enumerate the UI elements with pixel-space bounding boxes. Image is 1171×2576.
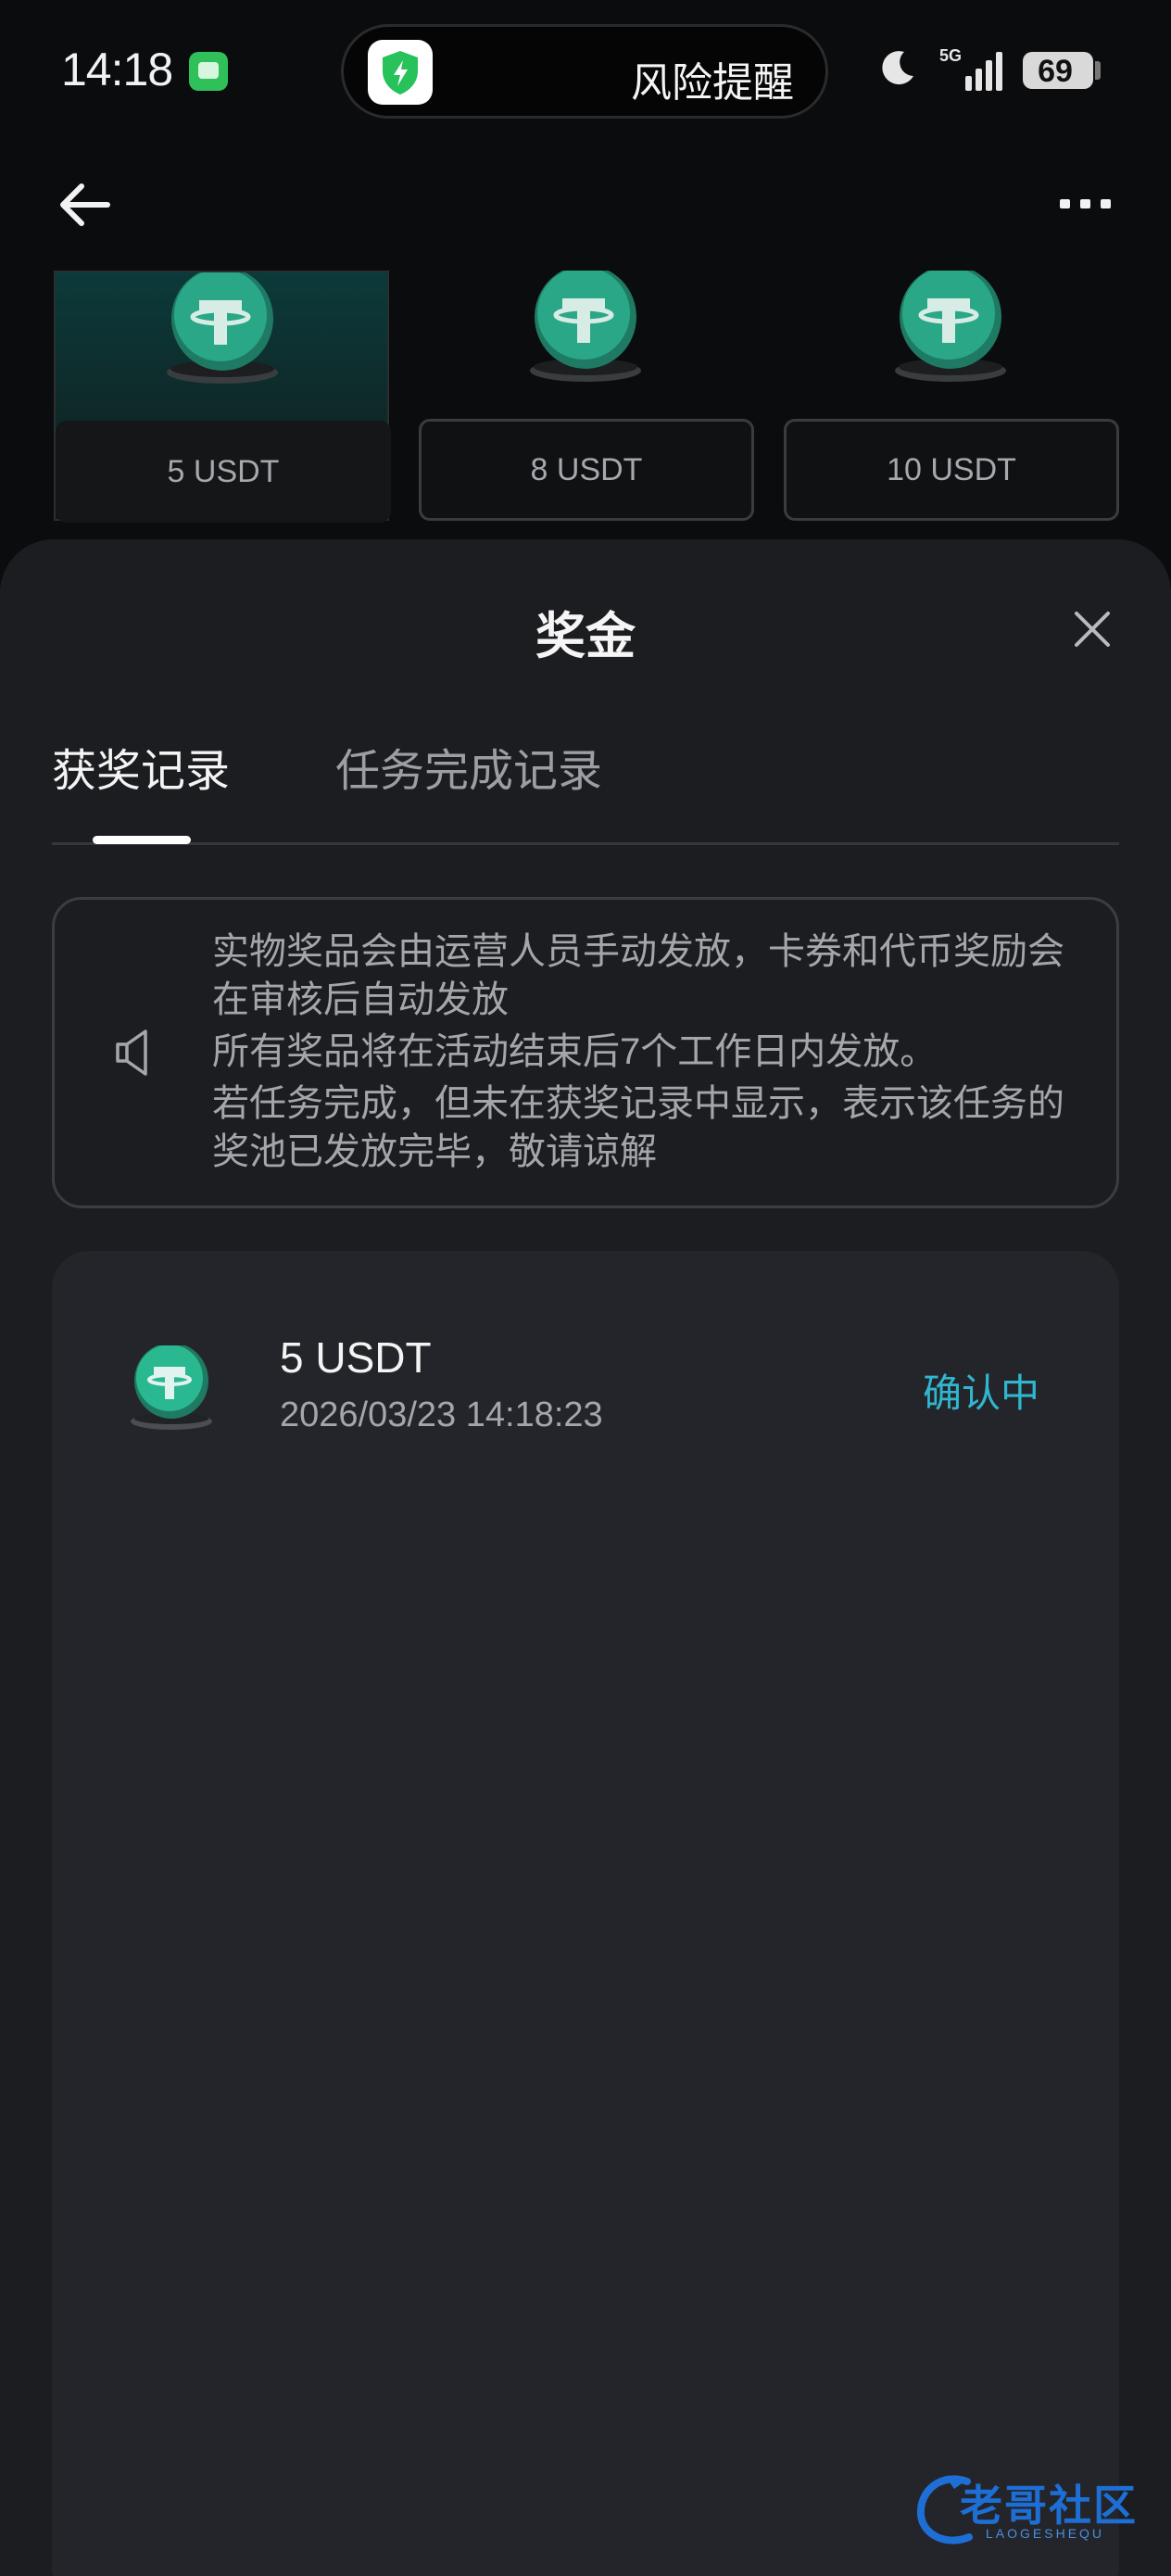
prize-label: 8 USDT xyxy=(419,419,754,521)
tab-active-indicator xyxy=(93,836,191,844)
watermark-subtext: LAOGESHEQU xyxy=(986,2526,1105,2541)
prize-label: 10 USDT xyxy=(784,419,1119,521)
shield-icon xyxy=(368,40,433,105)
sheet-title: 奖金 xyxy=(535,609,636,664)
usdt-coin-icon xyxy=(530,271,641,382)
prize-options: 5 USDT 8 USDT 10 USDT xyxy=(0,271,1171,539)
status-bar: 14:18 风险提醒 5G 69 xyxy=(0,0,1171,139)
notice-line: 若任务完成，但未在获奖记录中显示，表示该任务的奖池已发放完毕，敬请谅解 xyxy=(212,1083,1064,1172)
notice-line: 实物奖品会由运营人员手动发放，卡券和代币奖励会在审核后自动发放 xyxy=(212,931,1064,1020)
back-arrow-icon[interactable] xyxy=(56,176,113,234)
record-tabs: 获奖记录 任务完成记录 xyxy=(52,734,1119,845)
prize-card-10[interactable]: 10 USDT xyxy=(784,271,1119,521)
notice-line: 所有奖品将在活动结束后7个工作日内发放。 xyxy=(212,1031,938,1072)
notice-text: 实物奖品会由运营人员手动发放，卡券和代币奖励会在审核后自动发放 所有奖品将在活动… xyxy=(212,928,1083,1176)
nav-bar xyxy=(0,139,1171,269)
usdt-coin-icon xyxy=(167,272,278,384)
community-watermark: 老哥社区 LAOGESHEQU xyxy=(908,2465,1158,2557)
signal-icon: 5G xyxy=(938,44,1004,93)
usdt-coin-icon xyxy=(895,271,1006,382)
prize-label: 5 USDT xyxy=(56,421,391,523)
risk-alert-text: 风险提醒 xyxy=(631,60,794,106)
notice-box: 实物奖品会由运营人员手动发放，卡券和代币奖励会在审核后自动发放 所有奖品将在活动… xyxy=(52,897,1119,1208)
tab-task-records[interactable]: 任务完成记录 xyxy=(335,734,602,799)
record-timestamp: 2026/03/23 14:18:23 xyxy=(280,1395,603,1434)
usdt-coin-icon xyxy=(131,1345,212,1430)
record-amount: 5 USDT xyxy=(280,1333,432,1382)
speaker-icon xyxy=(114,1028,158,1078)
prize-card-8[interactable]: 8 USDT xyxy=(419,271,754,521)
battery-tip xyxy=(1095,61,1101,80)
network-type: 5G xyxy=(939,46,962,65)
bonus-sheet: 奖金 获奖记录 任务完成记录 实物奖品会由运营人员手动发放，卡券和代币奖励会在审… xyxy=(0,539,1171,2576)
battery-level: 69 xyxy=(1038,54,1073,89)
battery-icon: 69 xyxy=(1023,52,1093,89)
message-icon xyxy=(189,52,228,91)
moon-icon xyxy=(876,46,919,89)
watermark-text: 老哥社区 xyxy=(960,2481,1138,2530)
prize-card-5[interactable]: 5 USDT xyxy=(54,271,391,523)
record-list: 5 USDT 2026/03/23 14:18:23 确认中 xyxy=(52,1251,1119,2576)
tab-award-records[interactable]: 获奖记录 xyxy=(52,734,230,799)
status-time: 14:18 xyxy=(61,44,173,95)
more-options-icon[interactable] xyxy=(1060,196,1112,211)
close-icon[interactable] xyxy=(1071,608,1114,650)
risk-alert-pill[interactable]: 风险提醒 xyxy=(341,24,828,119)
record-status: 确认中 xyxy=(922,1371,1039,1415)
